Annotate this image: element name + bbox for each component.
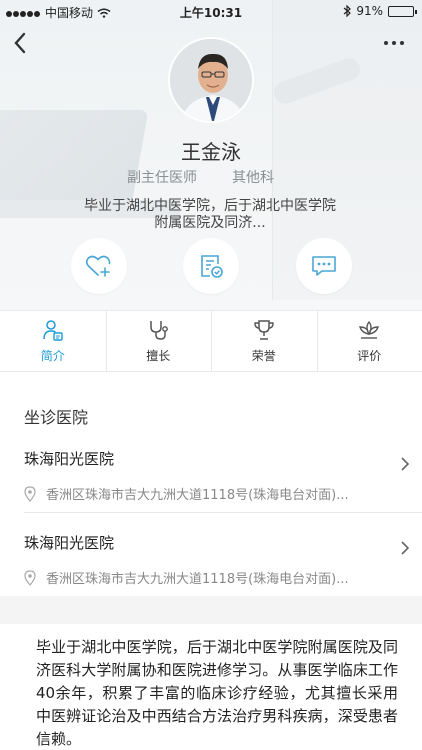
hospital-name: 珠海阳光医院: [24, 450, 115, 468]
profile-card-icon: [43, 319, 63, 341]
chevron-left-icon: [14, 32, 26, 54]
tab-label: 擅长: [146, 348, 171, 363]
bio-line: 毕业于湖北中医学院，后于湖北中医学院: [84, 198, 336, 214]
hospital-address-row: 香洲区珠海市吉大九洲大道1118号(珠海电台对面)...: [24, 568, 349, 587]
consult-message-button[interactable]: [296, 238, 352, 294]
tab-label: 评价: [357, 348, 382, 363]
tab-label: 简介: [40, 348, 65, 363]
doctor-portrait-icon: [170, 39, 252, 121]
tab-reviews[interactable]: 评价: [316, 311, 422, 371]
more-options-button[interactable]: [384, 38, 408, 48]
location-pin-icon: [24, 485, 36, 502]
more-dot: [392, 41, 396, 45]
trophy-icon: [254, 319, 274, 340]
list-divider: [24, 512, 422, 513]
tab-introduction[interactable]: 简介: [0, 311, 106, 371]
status-bar: 中国移动 上午10:31 91%: [0, 0, 422, 22]
hospital-list-item[interactable]: 珠海阳光医院 香洲区珠海市吉大九洲大道1118号(珠海电台对面)...: [0, 524, 422, 606]
hospital-address-row: 香洲区珠海市吉大九洲大道1118号(珠海电台对面)...: [24, 484, 349, 503]
doctor-title: 副主任医师: [127, 170, 197, 186]
doctor-avatar: [168, 37, 254, 123]
more-dot: [400, 41, 404, 45]
chevron-right-icon: [401, 457, 410, 471]
battery-icon: [388, 5, 417, 17]
doctor-department: 其他科: [232, 170, 274, 186]
stethoscope-icon: [150, 320, 169, 340]
location-pin-icon: [24, 569, 36, 586]
hospital-name: 珠海阳光医院: [24, 534, 115, 552]
tab-label: 荣誉: [251, 348, 276, 363]
prescription-check-icon: [201, 255, 223, 278]
doctor-introduction: 毕业于湖北中医学院，后于湖北中医学院附属医院及同济医科大学附属协和医院进修学习。…: [36, 638, 398, 748]
chevron-right-icon: [401, 541, 410, 555]
back-button[interactable]: [10, 30, 32, 56]
battery-percent: 91%: [356, 4, 383, 18]
chat-bubble-icon: [312, 256, 336, 276]
lotus-icon: [359, 320, 380, 339]
hospital-address: 香洲区珠海市吉大九洲大道1118号(珠海电台对面)...: [46, 572, 349, 587]
section-separator: [0, 596, 422, 624]
bio-line: 附属医院及同济...: [154, 215, 266, 231]
bluetooth-icon: [343, 5, 352, 17]
profile-tabs: 简介 擅长 荣誉 评价: [0, 310, 422, 372]
tab-expertise[interactable]: 擅长: [105, 311, 212, 371]
section-title-hospitals: 坐诊医院: [24, 408, 89, 427]
hospital-list-item[interactable]: 珠海阳光医院 香洲区珠海市吉大九洲大道1118号(珠海电台对面)...: [0, 440, 422, 522]
doctor-name: 王金泳: [181, 140, 241, 164]
heart-plus-icon: [85, 255, 111, 277]
prescription-button[interactable]: [183, 238, 239, 294]
doctor-bio-summary: 毕业于湖北中医学院，后于湖北中医学院 附属医院及同济...: [60, 198, 360, 232]
follow-button[interactable]: [71, 238, 127, 294]
more-dot: [384, 41, 388, 45]
hospital-address: 香洲区珠海市吉大九洲大道1118号(珠海电台对面)...: [46, 488, 349, 503]
tab-honors[interactable]: 荣誉: [211, 311, 317, 371]
